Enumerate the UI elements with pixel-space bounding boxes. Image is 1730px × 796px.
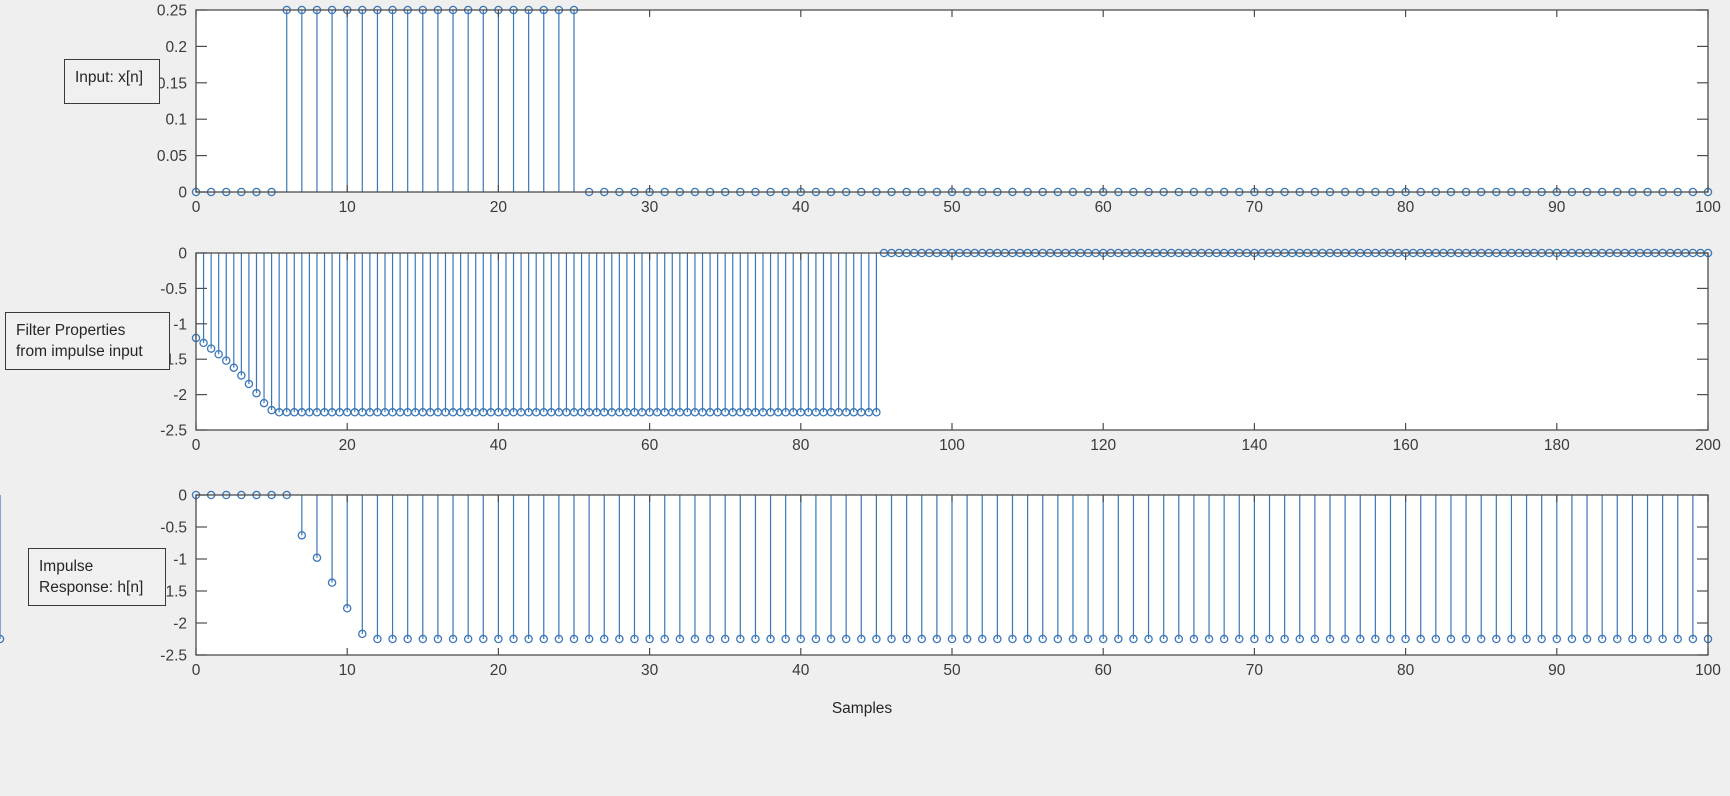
matlab-figure-window: 0 10 20 30 40 50 60 70 80 90 100 0 0.05 0.1 0.15 0.2 0.2… [0,0,1730,796]
x-tick-label: 50 [943,662,961,679]
y-tick-label: -2.5 [160,648,187,665]
annotation-impulse-label: Impulse Response: h[n] [28,548,166,606]
annotation-filter-label: Filter Properties from impulse input [5,312,170,370]
x-tick-label: 160 [1393,437,1419,454]
y-tick-label: 0 [178,246,187,263]
x-tick-label: 20 [339,437,357,454]
y-tick-label: -2 [173,387,187,404]
x-tick-label: 90 [1548,662,1566,679]
x-tick-label: 30 [641,199,659,216]
x-tick-label: 70 [1246,199,1264,216]
x-tick-label: 100 [1695,662,1721,679]
x-tick-label: 50 [943,199,961,216]
y-tick-label: -2 [173,616,187,633]
y-tick-label: 0 [178,488,187,505]
y-tick-label: -1 [173,316,187,333]
annotation-input-label: Input: x[n] [64,59,160,104]
x-tick-label: 120 [1090,437,1116,454]
x-tick-label: 80 [792,437,810,454]
y-tick-label: -2.5 [160,423,187,440]
x-tick-label: 10 [339,662,357,679]
x-tick-label: 90 [1548,199,1566,216]
y-tick-label: -1 [173,552,187,569]
x-tick-label: 60 [1095,199,1113,216]
y-tick-label: 0 [178,185,187,202]
x-tick-label: 60 [641,437,659,454]
x-tick-label: 30 [641,662,659,679]
x-tick-label: 80 [1397,662,1415,679]
plot-canvas-filter: 0 20 40 60 80 100 120 140 160 180 200-2.5-2-1.5-1-… [160,246,1721,455]
x-tick-label: 60 [1095,662,1113,679]
x-tick-label: 80 [1397,199,1415,216]
y-tick-label: -0.5 [160,281,187,298]
y-tick-label: 0.2 [165,39,187,56]
x-tick-label: 40 [490,437,508,454]
x-tick-label: 70 [1246,662,1264,679]
x-tick-label: 180 [1544,437,1570,454]
y-tick-label: 0.25 [157,3,187,20]
x-tick-label: 40 [792,199,810,216]
x-tick-label: 20 [490,662,508,679]
x-tick-label: 100 [939,437,965,454]
x-tick-label: 140 [1241,437,1267,454]
plot-canvas-input: 0 10 20 30 40 50 60 70 80 90 100 0 0.05 0.1 0.15 0.2 0.2… [157,3,1721,217]
x-tick-label: 0 [192,199,201,216]
x-axis-label: Samples [831,700,893,717]
x-tick-label: 10 [339,199,357,216]
x-tick-label: 100 [1695,199,1721,216]
x-tick-label: 40 [792,662,810,679]
x-tick-label: 0 [192,662,201,679]
x-tick-label: 20 [490,199,508,216]
y-tick-label: 0.1 [165,112,187,129]
y-tick-label: -0.5 [160,520,187,537]
y-tick-label: 0.15 [157,75,187,92]
x-tick-label: 200 [1695,437,1721,454]
x-tick-label: 0 [192,437,201,454]
y-tick-label: 0.05 [157,148,187,165]
